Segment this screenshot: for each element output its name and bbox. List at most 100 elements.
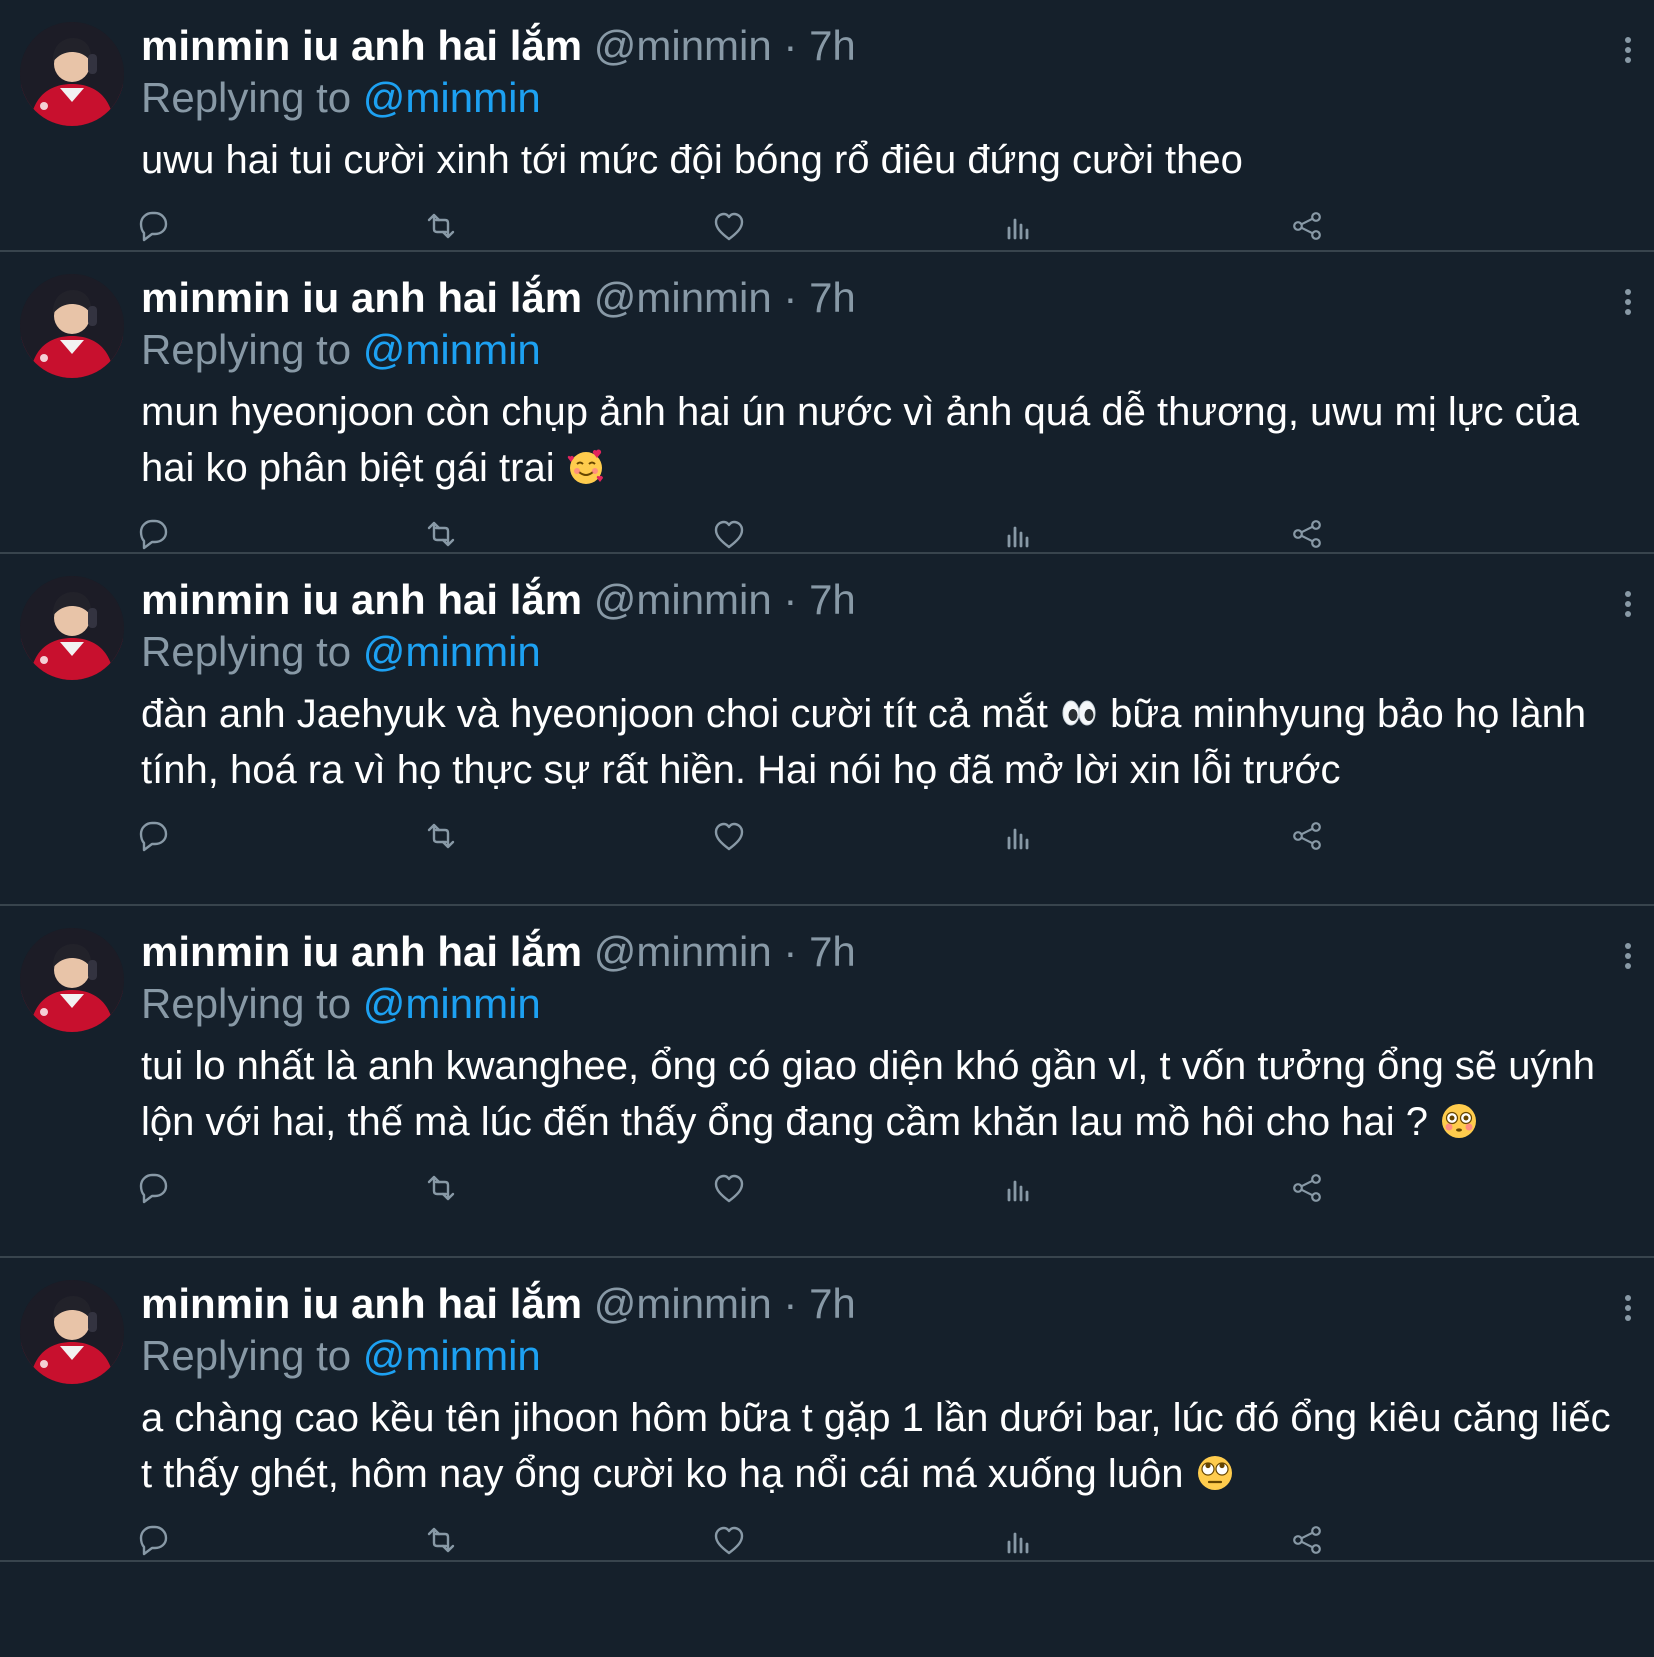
display-name[interactable]: minmin iu anh hai lắm bbox=[141, 576, 582, 623]
more-options-icon[interactable] bbox=[1624, 1294, 1632, 1322]
share-button[interactable] bbox=[1289, 1522, 1325, 1558]
retweet-icon bbox=[427, 1527, 455, 1553]
like-button[interactable] bbox=[711, 516, 747, 552]
reply-button[interactable] bbox=[133, 208, 169, 244]
avatar[interactable] bbox=[20, 928, 124, 1032]
tweet-text-content: đàn anh Jaehyuk và hyeonjoon choi cười t… bbox=[141, 692, 1048, 736]
profile-photo bbox=[20, 576, 124, 680]
replying-label: Replying to bbox=[141, 1332, 352, 1379]
display-name[interactable]: minmin iu anh hai lắm bbox=[141, 1280, 582, 1327]
mention-link[interactable]: @minmin bbox=[363, 74, 541, 121]
tweet-text: đàn anh Jaehyuk và hyeonjoon choi cười t… bbox=[141, 686, 1624, 798]
retweet-icon bbox=[427, 1175, 455, 1201]
timestamp[interactable]: 7h bbox=[809, 576, 856, 623]
display-name[interactable]: minmin iu anh hai lắm bbox=[141, 274, 582, 321]
display-name[interactable]: minmin iu anh hai lắm bbox=[141, 22, 582, 69]
tweet[interactable]: minmin iu anh hai lắm @minmin · 7h Reply… bbox=[0, 906, 1654, 1258]
reply-button[interactable] bbox=[133, 818, 169, 854]
share-button[interactable] bbox=[1289, 516, 1325, 552]
retweet-button[interactable] bbox=[423, 516, 459, 552]
tweet[interactable]: minmin iu anh hai lắm @minmin · 7h Reply… bbox=[0, 554, 1654, 906]
share-icon bbox=[1293, 520, 1321, 548]
like-icon bbox=[714, 520, 744, 549]
avatar[interactable] bbox=[20, 576, 124, 680]
tweet-text: mun hyeonjoon còn chụp ảnh hai ún nước v… bbox=[141, 384, 1624, 496]
more-options-icon[interactable] bbox=[1624, 36, 1632, 64]
analytics-button[interactable] bbox=[1000, 208, 1036, 244]
replying-label: Replying to bbox=[141, 628, 352, 675]
share-button[interactable] bbox=[1289, 1170, 1325, 1206]
retweet-button[interactable] bbox=[423, 208, 459, 244]
like-button[interactable] bbox=[711, 1170, 747, 1206]
tweet[interactable]: minmin iu anh hai lắm @minmin · 7h Reply… bbox=[0, 1258, 1654, 1562]
handle[interactable]: @minmin bbox=[594, 22, 772, 69]
tweet-text-content: a chàng cao kều tên jihoon hôm bữa t gặp… bbox=[141, 1396, 1611, 1496]
reply-button[interactable] bbox=[133, 1522, 169, 1558]
flushed-face-icon bbox=[1442, 1104, 1477, 1138]
action-bar bbox=[139, 814, 1624, 860]
analytics-button[interactable] bbox=[1000, 516, 1036, 552]
face-with-rolling-eyes-icon bbox=[1197, 1456, 1232, 1490]
replying-to: Replying to @minmin bbox=[141, 324, 1624, 376]
mention-link[interactable]: @minmin bbox=[363, 326, 541, 373]
reply-button[interactable] bbox=[133, 1170, 169, 1206]
handle[interactable]: @minmin bbox=[594, 928, 772, 975]
share-icon bbox=[1293, 822, 1321, 850]
tweet[interactable]: minmin iu anh hai lắm @minmin · 7h Reply… bbox=[0, 0, 1654, 252]
action-bar bbox=[139, 1518, 1624, 1564]
action-bar bbox=[139, 512, 1624, 558]
reply-icon bbox=[139, 1173, 168, 1204]
mention-link[interactable]: @minmin bbox=[363, 1332, 541, 1379]
analytics-icon bbox=[1007, 218, 1029, 240]
handle[interactable]: @minmin bbox=[594, 1280, 772, 1327]
like-icon bbox=[714, 822, 744, 851]
timestamp[interactable]: 7h bbox=[809, 274, 856, 321]
share-button[interactable] bbox=[1289, 208, 1325, 244]
share-button[interactable] bbox=[1289, 818, 1325, 854]
more-options-icon[interactable] bbox=[1624, 942, 1632, 970]
like-button[interactable] bbox=[711, 1522, 747, 1558]
tweet-text: uwu hai tui cười xinh tới mức đội bóng r… bbox=[141, 132, 1624, 188]
timestamp[interactable]: 7h bbox=[809, 928, 856, 975]
profile-photo bbox=[20, 928, 124, 1032]
replying-label: Replying to bbox=[141, 74, 352, 121]
retweet-button[interactable] bbox=[423, 1522, 459, 1558]
handle[interactable]: @minmin bbox=[594, 576, 772, 623]
avatar[interactable] bbox=[20, 274, 124, 378]
avatar[interactable] bbox=[20, 1280, 124, 1384]
mention-link[interactable]: @minmin bbox=[363, 628, 541, 675]
reply-icon bbox=[139, 211, 168, 242]
separator: · bbox=[783, 1280, 798, 1327]
like-button[interactable] bbox=[711, 208, 747, 244]
replying-label: Replying to bbox=[141, 980, 352, 1027]
analytics-button[interactable] bbox=[1000, 1170, 1036, 1206]
tweet-header: minmin iu anh hai lắm @minmin · 7h bbox=[141, 926, 1624, 978]
display-name[interactable]: minmin iu anh hai lắm bbox=[141, 928, 582, 975]
retweet-button[interactable] bbox=[423, 1170, 459, 1206]
analytics-icon bbox=[1007, 1532, 1029, 1554]
retweet-button[interactable] bbox=[423, 818, 459, 854]
timestamp[interactable]: 7h bbox=[809, 22, 856, 69]
share-icon bbox=[1293, 1526, 1321, 1554]
more-options-icon[interactable] bbox=[1624, 590, 1632, 618]
reply-button[interactable] bbox=[133, 516, 169, 552]
tweet-header: minmin iu anh hai lắm @minmin · 7h bbox=[141, 272, 1624, 324]
tweet-text-content: tui lo nhất là anh kwanghee, ổng có giao… bbox=[141, 1044, 1596, 1144]
like-button[interactable] bbox=[711, 818, 747, 854]
mention-link[interactable]: @minmin bbox=[363, 980, 541, 1027]
tweet[interactable]: minmin iu anh hai lắm @minmin · 7h Reply… bbox=[0, 252, 1654, 554]
replying-to: Replying to @minmin bbox=[141, 72, 1624, 124]
tweet-header: minmin iu anh hai lắm @minmin · 7h bbox=[141, 1278, 1624, 1330]
timestamp[interactable]: 7h bbox=[809, 1280, 856, 1327]
replying-to: Replying to @minmin bbox=[141, 978, 1624, 1030]
reply-icon bbox=[139, 519, 168, 550]
tweet-thread: minmin iu anh hai lắm @minmin · 7h Reply… bbox=[0, 0, 1654, 1562]
tweet-header: minmin iu anh hai lắm @minmin · 7h bbox=[141, 20, 1624, 72]
analytics-button[interactable] bbox=[1000, 1522, 1036, 1558]
like-icon bbox=[714, 1174, 744, 1203]
more-options-icon[interactable] bbox=[1624, 288, 1632, 316]
analytics-button[interactable] bbox=[1000, 818, 1036, 854]
avatar[interactable] bbox=[20, 22, 124, 126]
handle[interactable]: @minmin bbox=[594, 274, 772, 321]
separator: · bbox=[783, 22, 798, 69]
